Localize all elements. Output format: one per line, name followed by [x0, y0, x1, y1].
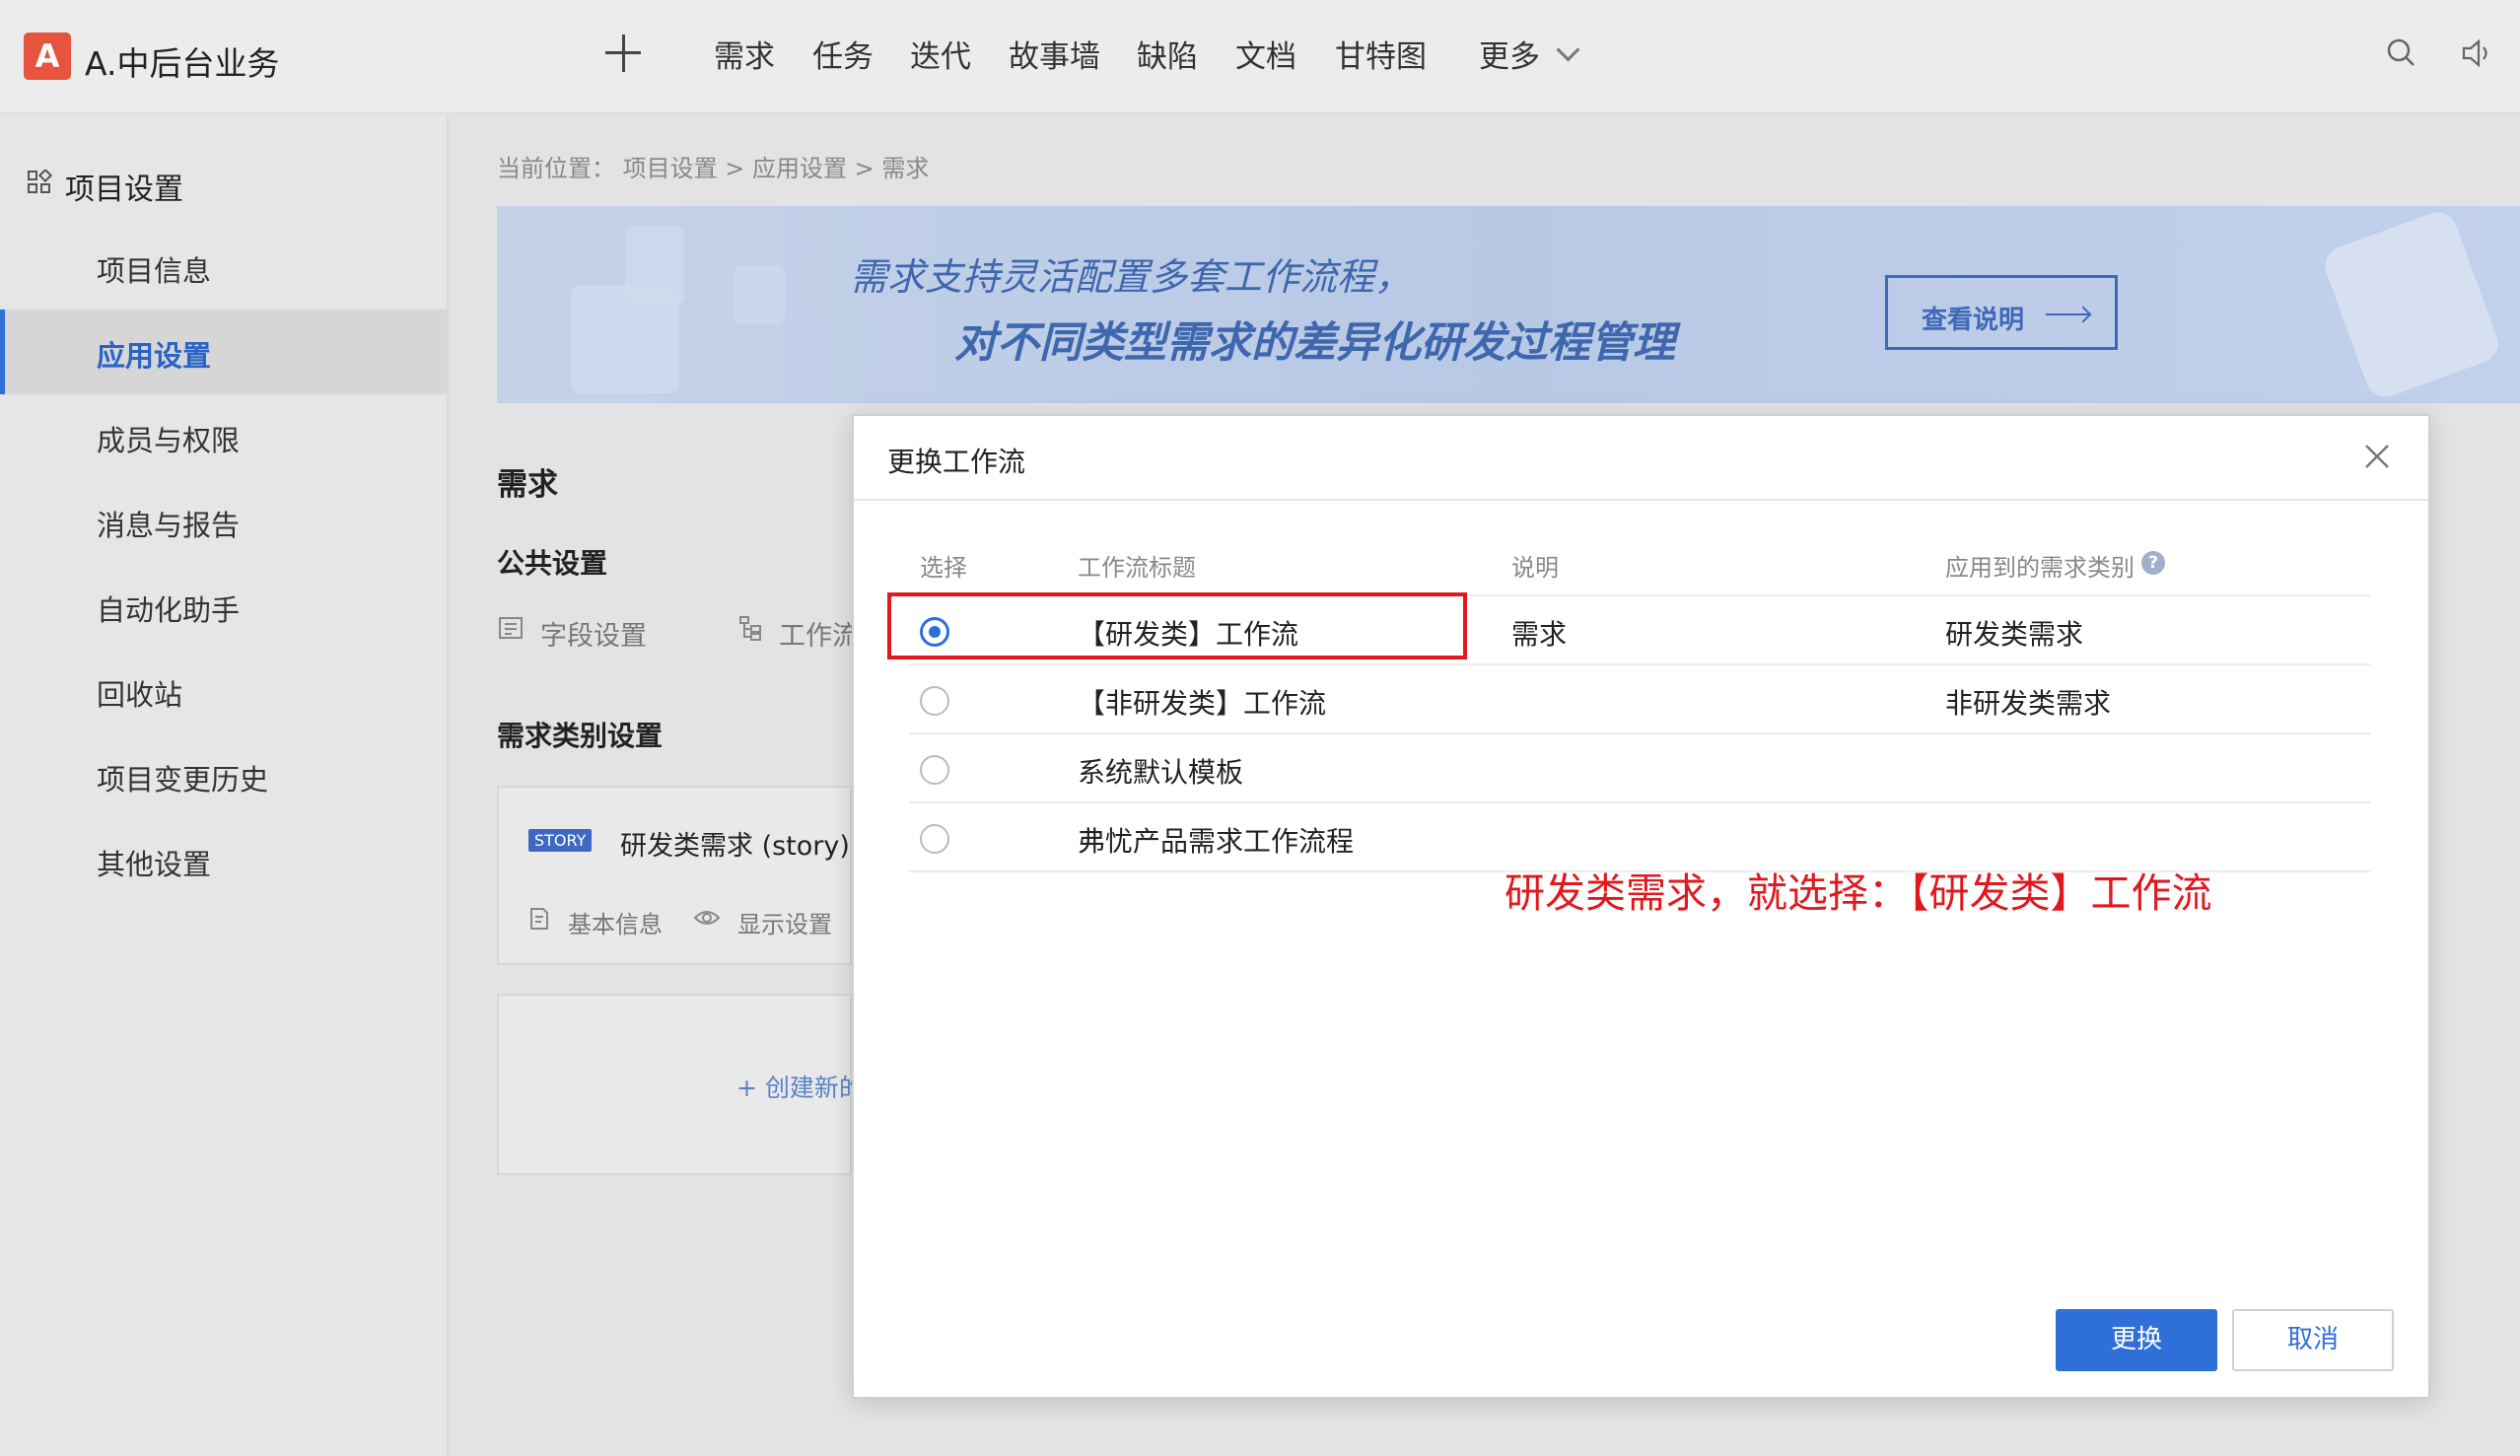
view-docs-label: 查看说明	[1922, 306, 2025, 335]
story-category-name: 研发类需求 (story)	[620, 831, 850, 862]
basic-info-link[interactable]: 基本信息	[568, 905, 663, 939]
app-logo[interactable]: A	[24, 33, 71, 80]
workflow-description: 需求	[1511, 618, 1568, 651]
story-badge: STORY	[528, 829, 593, 852]
search-icon[interactable]	[2386, 37, 2415, 67]
workflow-title: 弗忧产品需求工作流程	[1078, 825, 1355, 858]
radio-workflow-product[interactable]	[920, 824, 949, 854]
sidebar-item-label: 项目变更历史	[97, 763, 269, 797]
radio-workflow-default[interactable]	[920, 755, 949, 785]
banner-headline-2: 对不同类型需求的差异化研发过程管理	[954, 318, 1675, 368]
project-title[interactable]: A.中后台业务	[85, 37, 279, 85]
puzzle-illustration	[2319, 206, 2504, 403]
breadcrumb: 当前位置： 项目设置 > 应用设置 > 需求	[497, 155, 930, 182]
column-header-select: 选择	[920, 554, 967, 582]
dialog-divider	[854, 499, 2428, 501]
category-settings-heading: 需求类别设置	[497, 720, 664, 752]
sidebar-item-label: 项目信息	[97, 254, 212, 288]
table-divider	[909, 732, 2370, 734]
document-illustration	[734, 265, 785, 324]
sidebar-item-label: 消息与报告	[97, 509, 241, 542]
add-plus-icon[interactable]	[599, 26, 649, 81]
sidebar-item-label: 其他设置	[97, 848, 212, 881]
nav-tasks[interactable]: 任务	[812, 32, 874, 76]
table-divider	[909, 801, 2370, 803]
help-question-icon[interactable]: ?	[2141, 551, 2165, 575]
eye-icon[interactable]	[694, 908, 720, 928]
promo-banner	[497, 206, 2520, 403]
highlight-box	[887, 592, 1467, 659]
sidebar-heading: 项目设置	[65, 173, 183, 207]
workflow-tree-icon[interactable]	[737, 615, 763, 641]
grid-icon	[28, 170, 52, 193]
sidebar-item-label: 应用设置	[97, 339, 212, 373]
workflow-title: 系统默认模板	[1078, 756, 1244, 789]
edit-document-icon[interactable]	[528, 907, 550, 931]
sidebar-item-label: 回收站	[97, 678, 183, 712]
workflow-title: 【非研发类】工作流	[1078, 687, 1327, 720]
nav-gantt[interactable]: 甘特图	[1335, 32, 1427, 76]
nav-more[interactable]: 更多	[1479, 32, 1540, 76]
confirm-change-button[interactable]: 更换	[2056, 1309, 2217, 1371]
workflow-category: 研发类需求	[1945, 618, 2084, 651]
document-illustration	[571, 285, 679, 393]
field-settings-link[interactable]: 字段设置	[540, 614, 647, 653]
column-header-category: 应用到的需求类别	[1945, 554, 2135, 582]
nav-docs[interactable]: 文档	[1235, 32, 1296, 76]
sidebar-item-label: 自动化助手	[97, 593, 241, 627]
sidebar-item-label: 成员与权限	[97, 424, 241, 457]
sidebar-item-members[interactable]: 成员与权限	[0, 394, 447, 479]
speaker-icon[interactable]	[2461, 37, 2494, 69]
sidebar-item-change-history[interactable]: 项目变更历史	[0, 733, 447, 818]
create-category-link[interactable]: + 创建新的	[736, 1069, 864, 1104]
banner-headline-1: 需求支持灵活配置多套工作流程，	[850, 255, 1413, 299]
workflow-category: 非研发类需求	[1945, 687, 2112, 720]
display-settings-link[interactable]: 显示设置	[737, 905, 832, 939]
column-header-title: 工作流标题	[1078, 554, 1196, 582]
field-list-icon[interactable]	[498, 615, 524, 641]
sidebar-item-app-settings[interactable]: 应用设置	[0, 310, 447, 394]
radio-workflow-non-rd[interactable]	[920, 686, 949, 716]
dialog-title: 更换工作流	[887, 446, 1026, 478]
nav-iterations[interactable]: 迭代	[910, 32, 971, 76]
sidebar-item-messages[interactable]: 消息与报告	[0, 479, 447, 564]
close-icon[interactable]	[2362, 442, 2392, 471]
section-title: 需求	[497, 467, 558, 503]
column-header-description: 说明	[1511, 554, 1559, 582]
view-docs-button[interactable]: 查看说明	[1885, 275, 2118, 350]
nav-defects[interactable]: 缺陷	[1137, 32, 1198, 76]
table-divider	[909, 663, 2370, 665]
sidebar-item-automation[interactable]: 自动化助手	[0, 564, 447, 649]
sidebar-item-project-info[interactable]: 项目信息	[0, 225, 447, 310]
annotation-note: 研发类需求，就选择：【研发类】工作流	[1505, 869, 2212, 917]
sidebar-item-recycle-bin[interactable]: 回收站	[0, 649, 447, 733]
public-settings-heading: 公共设置	[497, 547, 608, 580]
nav-story-wall[interactable]: 故事墙	[1009, 32, 1100, 76]
arrow-right-icon	[2046, 313, 2089, 315]
nav-requirements[interactable]: 需求	[714, 32, 775, 76]
sidebar-item-other-settings[interactable]: 其他设置	[0, 818, 447, 903]
workflow-settings-link[interactable]: 工作流	[779, 614, 859, 653]
cancel-button[interactable]: 取消	[2232, 1309, 2394, 1371]
